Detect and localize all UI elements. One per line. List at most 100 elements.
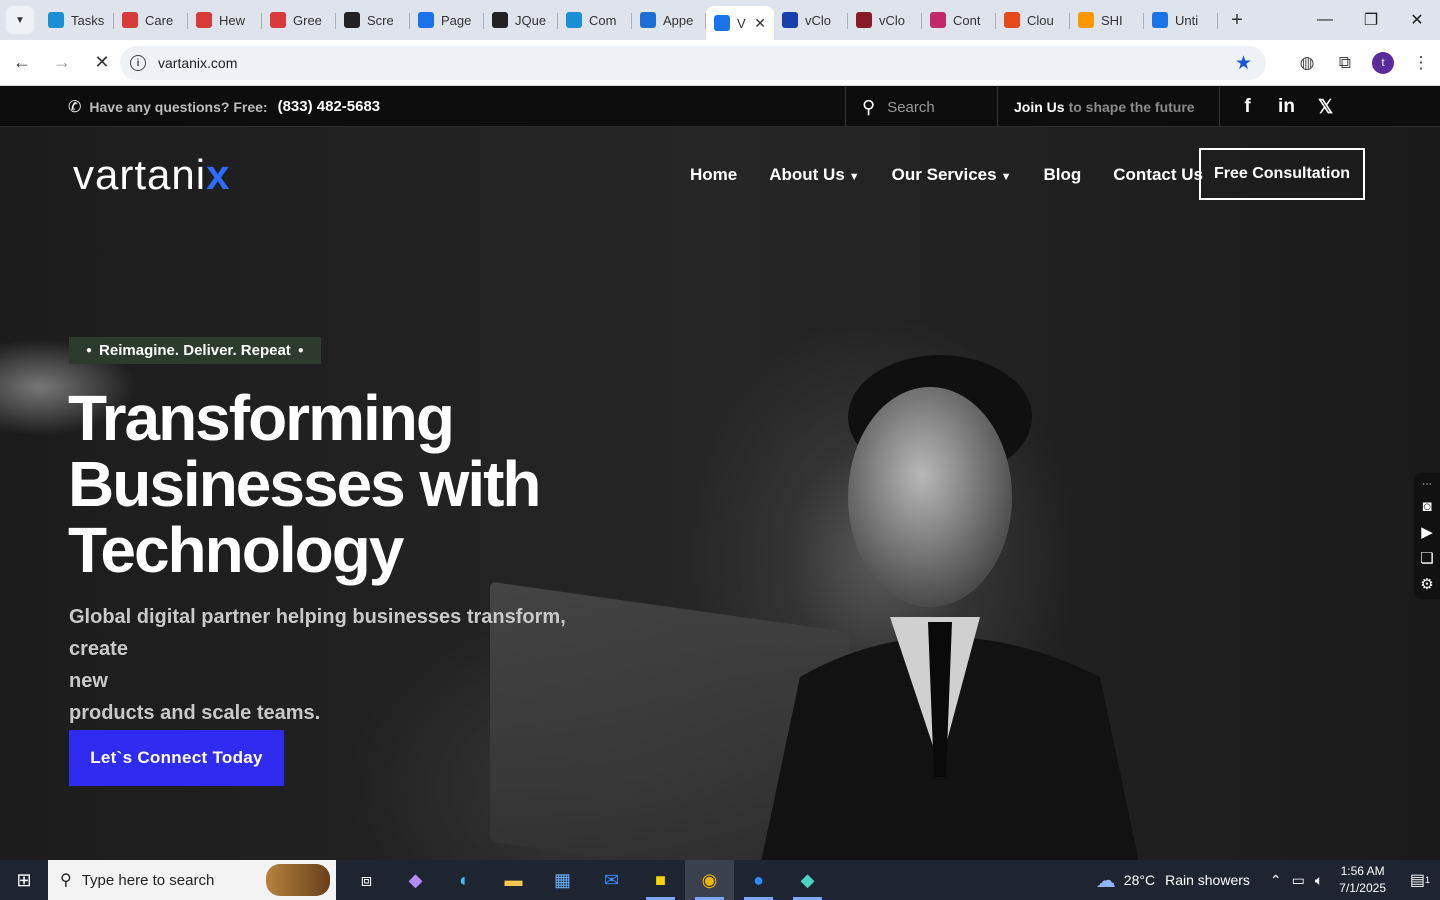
taskbar-apps: ⧈ ◆ ◐ ▬ ▦ ✉ ■ ◉ ● ◆ — [342, 860, 832, 900]
nav-blog-label: Blog — [1043, 165, 1082, 184]
browser-menu-icon[interactable]: ⋮ — [1402, 53, 1440, 73]
back-button[interactable]: ← — [4, 45, 40, 81]
nav-our-services[interactable]: Our Services ▼ — [892, 165, 1012, 185]
browser-tab[interactable]: Appe — [632, 5, 706, 35]
browser-tab[interactable]: Hew — [188, 5, 262, 35]
browser-tab[interactable]: JQue — [484, 5, 558, 35]
close-tab-icon[interactable]: ✕ — [754, 15, 766, 32]
tab-title: Gree — [293, 12, 322, 28]
com-icon — [566, 12, 582, 28]
subtitle-line-3: products and scale teams. — [69, 702, 321, 724]
linkedin-icon[interactable]: in — [1267, 96, 1306, 118]
free-consultation-button[interactable]: Free Consultation — [1199, 148, 1365, 200]
network-icon[interactable]: ▭ — [1292, 872, 1305, 889]
weather-widget[interactable]: ☁ 28°C Rain showers — [1096, 868, 1250, 893]
social-links: f in 𝕏 — [1228, 87, 1345, 127]
phone-number-link[interactable]: (833) 482-5683 — [278, 98, 381, 115]
search-icon[interactable]: ⚲ — [862, 97, 875, 118]
camera-icon[interactable]: ◙ — [1422, 493, 1431, 519]
nav-contact-label: Contact Us — [1113, 165, 1203, 184]
taskbar-search[interactable]: ⚲ Type here to search — [48, 860, 336, 900]
chevron-up-icon[interactable]: ⌃ — [1270, 872, 1282, 889]
browser-tab[interactable]: Gree — [262, 5, 336, 35]
site-logo[interactable]: vartanix — [73, 151, 230, 199]
hero-person-image — [761, 355, 1139, 860]
x-twitter-icon[interactable]: 𝕏 — [1306, 96, 1345, 119]
address-bar[interactable]: i vartanix.com ★ — [120, 46, 1266, 80]
close-window-button[interactable]: ✕ — [1394, 0, 1440, 40]
browser-tab[interactable]: Clou — [996, 5, 1070, 35]
settings-gear-icon[interactable]: ⚙ — [1420, 571, 1433, 597]
notification-center-button[interactable]: ▤ 1 — [1400, 860, 1440, 900]
nav-home[interactable]: Home — [690, 165, 737, 185]
taskbar-clock[interactable]: 1:56 AM 7/1/2025 — [1339, 863, 1386, 897]
maximize-button[interactable]: ❐ — [1348, 0, 1394, 40]
floating-tool-panel: ⋯ ◙ ▶ ❏ ⚙ — [1414, 473, 1440, 599]
minimize-button[interactable]: — — [1302, 0, 1348, 40]
lets-connect-button[interactable]: Let`s Connect Today — [69, 730, 284, 786]
extensions-icon[interactable]: ⧉ — [1326, 53, 1364, 73]
browser-tab[interactable]: Tasks — [40, 5, 114, 35]
taskbar-search-placeholder: Type here to search — [81, 871, 215, 889]
task-view-icon[interactable]: ⧈ — [342, 860, 391, 900]
site-info-icon[interactable]: i — [130, 55, 146, 71]
mail-icon[interactable]: ✉ — [587, 860, 636, 900]
tab-search-button[interactable]: ▼ — [6, 6, 34, 34]
new-tab-button[interactable]: + — [1222, 5, 1252, 35]
store-icon[interactable]: ▦ — [538, 860, 587, 900]
app-diamond-icon[interactable]: ◆ — [783, 860, 832, 900]
tab-title: Tasks — [71, 12, 105, 28]
shi-icon — [1078, 12, 1094, 28]
headline-line-1: Transforming — [68, 382, 455, 454]
link-more-icon[interactable]: ⋯ — [1422, 475, 1432, 493]
cont-icon — [930, 12, 946, 28]
facebook-icon[interactable]: f — [1228, 96, 1267, 118]
subtitle-line-2: new — [69, 670, 108, 692]
loading-icon — [714, 15, 730, 31]
translate-icon[interactable]: ◍ — [1288, 53, 1326, 73]
rain-cloud-icon: ☁ — [1095, 869, 1116, 892]
edge-icon[interactable]: ◐ — [440, 860, 489, 900]
tab-title: vClo — [805, 12, 832, 28]
join-us-bold: Join Us — [1014, 99, 1065, 115]
profile-avatar[interactable]: t — [1372, 52, 1394, 74]
bookmark-star-icon[interactable]: ★ — [1235, 52, 1252, 75]
browser-tab[interactable]: SHI — [1070, 5, 1144, 35]
logo-text: vartani — [73, 151, 207, 198]
tab-title: Unti — [1175, 12, 1199, 28]
nav-contact-us[interactable]: Contact Us — [1113, 165, 1203, 185]
windows-start-button[interactable]: ⊞ — [0, 860, 48, 900]
tab-strip: Tasks Care Hew Gree Scre Page JQue Com Appe V ✕ vCl… — [40, 0, 1218, 40]
browser-tab[interactable]: Care — [114, 5, 188, 35]
browser-tab[interactable]: Page — [410, 5, 484, 35]
video-icon[interactable]: ▶ — [1421, 519, 1433, 545]
browser-tab[interactable]: vClo — [848, 5, 922, 35]
copilot-icon[interactable]: ◆ — [391, 860, 440, 900]
zoom-icon[interactable]: ● — [734, 860, 783, 900]
weather-temp: 28°C — [1123, 872, 1156, 888]
browser-tab[interactable]: vClo — [774, 5, 848, 35]
browser-tab[interactable]: Cont — [922, 5, 996, 35]
chrome-icon[interactable]: ◉ — [685, 860, 734, 900]
browser-tab[interactable]: Unti — [1144, 5, 1218, 35]
browser-tab[interactable]: Com — [558, 5, 632, 35]
sticky-notes-icon[interactable]: ■ — [636, 860, 685, 900]
join-us-link[interactable]: Join Us to shape the future — [998, 87, 1220, 127]
window-capture-icon[interactable]: ❏ — [1420, 545, 1433, 571]
nav-about-us[interactable]: About Us ▼ — [769, 165, 859, 185]
tagline-text: Reimagine. Deliver. Repeat — [99, 342, 291, 359]
nav-blog[interactable]: Blog — [1043, 165, 1081, 185]
volume-icon[interactable]: 🔈︎ — [1315, 872, 1323, 889]
file-explorer-icon[interactable]: ▬ — [489, 860, 538, 900]
browser-tab[interactable]: Scre — [336, 5, 410, 35]
windows-taskbar: ⊞ ⚲ Type here to search ⧈ ◆ ◐ ▬ ▦ ✉ ■ ◉ … — [0, 860, 1440, 900]
tab-title: vClo — [879, 12, 906, 28]
site-search[interactable]: ⚲ Search — [845, 87, 998, 127]
browser-toolbar: ← → ✕ i vartanix.com ★ ◍ ⧉ t ⋮ — [0, 40, 1440, 86]
headline-line-2: Businesses with — [68, 448, 542, 520]
browser-tab-bar: ▼ Tasks Care Hew Gree Scre Page JQue Com Appe V ✕ v… — [0, 0, 1440, 40]
web-page: ✆ Have any questions? Free: (833) 482-56… — [0, 87, 1440, 860]
browser-tab[interactable]: V ✕ — [706, 6, 774, 40]
stop-loading-button[interactable]: ✕ — [84, 45, 120, 81]
forward-button[interactable]: → — [44, 45, 80, 81]
